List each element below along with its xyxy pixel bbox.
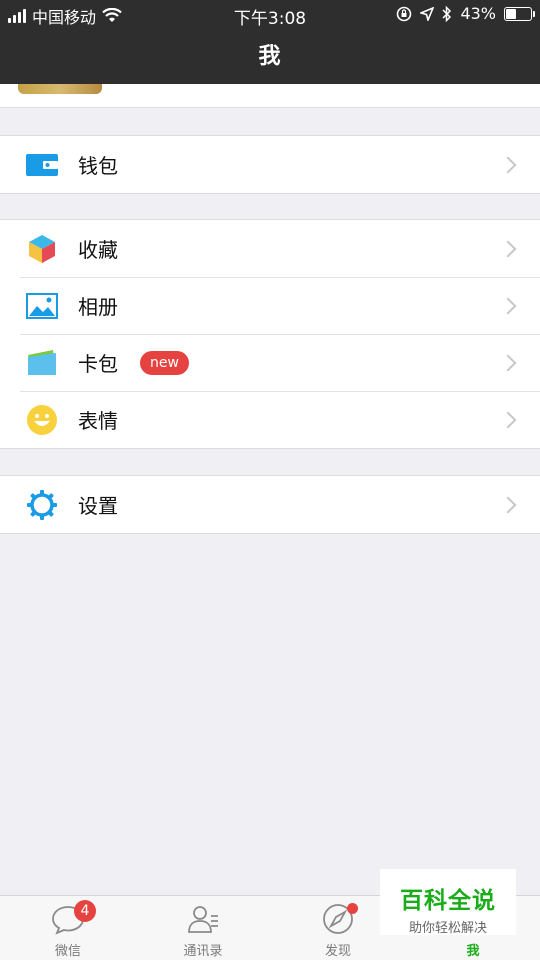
menu-item-label: 收藏 <box>78 238 118 262</box>
gear-icon <box>24 487 60 523</box>
menu-item-stickers[interactable]: 表情 <box>0 391 540 448</box>
tab-chats[interactable]: 4 微信 <box>23 900 113 960</box>
page-title: 我 <box>258 44 282 69</box>
chevron-right-icon <box>499 240 517 257</box>
card-wallet-icon <box>24 345 60 381</box>
settings-group: 设置 <box>0 475 540 534</box>
watermark-logo: 百科全说 助你轻松解决 <box>380 869 516 936</box>
new-dot-indicator <box>347 903 358 914</box>
tab-label: 我 <box>466 944 480 959</box>
menu-item-label: 表情 <box>78 409 118 433</box>
watermark-subtitle: 助你轻松解决 <box>408 921 487 936</box>
status-bar: 中国移动 下午3:08 43% <box>0 0 540 30</box>
unread-count-badge: 4 <box>74 900 96 922</box>
menu-item-label: 相册 <box>78 295 118 319</box>
bluetooth-icon <box>442 5 452 22</box>
tab-label: 通讯录 <box>183 944 223 959</box>
menu-item-label: 卡包 <box>78 352 118 376</box>
menu-item-favorites[interactable]: 收藏 <box>0 220 540 277</box>
menu-item-wallet[interactable]: 钱包 <box>0 136 540 193</box>
menu-item-card-wallet[interactable]: 卡包 new <box>0 334 540 391</box>
tab-label: 发现 <box>324 944 351 959</box>
wallet-icon <box>24 147 60 183</box>
battery-percent: 43% <box>460 4 496 23</box>
chevron-right-icon <box>499 297 517 314</box>
menu-item-album[interactable]: 相册 <box>0 277 540 334</box>
location-icon <box>420 6 435 21</box>
album-icon <box>24 288 60 324</box>
new-badge: new <box>140 350 189 375</box>
tab-label: 微信 <box>54 944 81 959</box>
wallet-group: 钱包 <box>0 135 540 194</box>
tab-contacts[interactable]: 通讯录 <box>158 902 248 960</box>
tab-discover[interactable]: 发现 <box>293 902 383 960</box>
chat-bubble-icon: 4 <box>51 900 96 936</box>
avatar[interactable] <box>18 84 102 94</box>
compass-icon <box>321 902 358 936</box>
chevron-right-icon <box>499 496 517 513</box>
lock-rotation-icon <box>397 6 412 21</box>
chevron-right-icon <box>499 156 517 173</box>
watermark-title: 百科全说 <box>400 888 496 914</box>
contacts-icon <box>186 902 220 936</box>
collection-group: 收藏 相册 卡包 new 表情 <box>0 219 540 449</box>
menu-item-label: 设置 <box>78 494 118 518</box>
smiley-icon <box>24 402 60 438</box>
navigation-bar: 中国移动 下午3:08 43% 我 <box>0 0 540 84</box>
menu-item-settings[interactable]: 设置 <box>0 476 540 533</box>
chevron-right-icon <box>499 354 517 371</box>
battery-icon <box>504 6 535 21</box>
favorites-cube-icon <box>24 231 60 267</box>
menu-item-label: 钱包 <box>78 154 118 178</box>
chevron-right-icon <box>499 411 517 428</box>
